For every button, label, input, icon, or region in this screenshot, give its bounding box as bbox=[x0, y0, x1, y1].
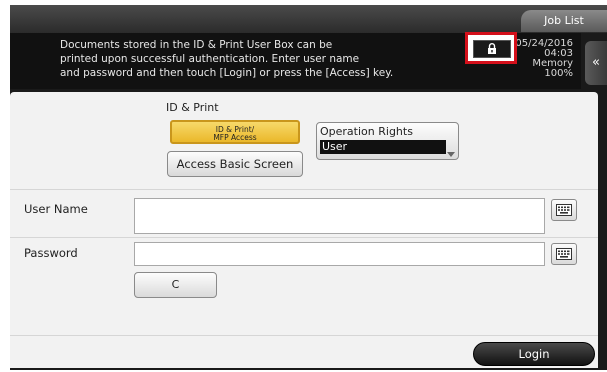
user-name-label: User Name bbox=[24, 202, 88, 216]
clear-button[interactable]: C bbox=[134, 272, 217, 298]
message-line: and password and then touch [Login] or p… bbox=[60, 67, 394, 79]
job-list-button[interactable]: Job List bbox=[521, 10, 607, 32]
id-print-button-line2: MFP Access bbox=[213, 133, 257, 142]
message-line: Documents stored in the ID & Print User … bbox=[60, 39, 333, 51]
password-label: Password bbox=[24, 246, 78, 260]
memory-value: 100% bbox=[544, 68, 573, 79]
login-button[interactable]: Login bbox=[473, 342, 595, 366]
id-print-mfp-access-button[interactable]: ID & Print/ MFP Access bbox=[170, 120, 300, 144]
divider bbox=[10, 237, 598, 238]
keyboard-icon bbox=[556, 204, 572, 216]
screen-frame: Job List Documents stored in the ID & Pr… bbox=[10, 5, 607, 370]
lock-highlight[interactable] bbox=[465, 32, 517, 64]
operation-rights-label: Operation Rights bbox=[320, 125, 413, 138]
operation-rights-value: User bbox=[320, 140, 446, 154]
login-panel: ID & Print ID & Print/ MFP Access Access… bbox=[10, 92, 598, 368]
dropdown-arrow-icon bbox=[447, 152, 455, 157]
lock-icon bbox=[488, 43, 496, 54]
operation-rights-select[interactable]: Operation Rights User bbox=[316, 122, 459, 160]
divider bbox=[10, 335, 598, 336]
double-chevron-left-icon: « bbox=[592, 55, 600, 70]
password-keyboard-button[interactable] bbox=[551, 243, 577, 265]
message-line: printed upon successful authentication. … bbox=[60, 53, 360, 65]
lock-button[interactable] bbox=[473, 40, 511, 58]
password-field[interactable] bbox=[134, 242, 545, 266]
status-area: 05/24/2016 04:03 Memory 100% bbox=[515, 39, 573, 79]
keyboard-icon bbox=[556, 248, 572, 260]
user-name-keyboard-button[interactable] bbox=[551, 199, 577, 221]
side-panel-tab[interactable]: « bbox=[585, 41, 607, 85]
access-basic-screen-button[interactable]: Access Basic Screen bbox=[167, 151, 303, 177]
section-label: ID & Print bbox=[166, 101, 219, 114]
top-strip: Job List bbox=[10, 5, 607, 33]
divider bbox=[10, 189, 598, 190]
user-name-field[interactable] bbox=[134, 198, 545, 234]
instruction-message: Documents stored in the ID & Print User … bbox=[60, 38, 440, 80]
